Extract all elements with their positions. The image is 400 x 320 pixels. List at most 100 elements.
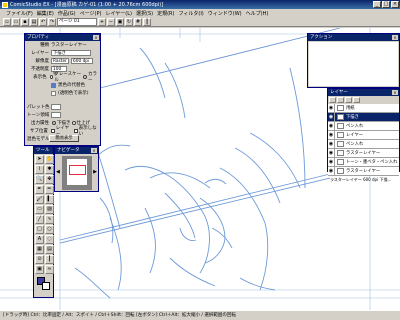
menu-page[interactable]: ページ(P) xyxy=(80,10,102,17)
action-title-bar[interactable]: アクション × xyxy=(308,34,399,41)
magic-wand-icon[interactable]: ✱ xyxy=(45,165,54,174)
menu-filter[interactable]: フィルタ(I) xyxy=(178,10,203,17)
layer-row[interactable]: ◉ レイヤー xyxy=(328,130,399,140)
transparent-swatch[interactable] xyxy=(51,90,56,96)
layer-row[interactable]: ◉ ラスターレイヤー xyxy=(328,148,399,158)
eye-icon[interactable]: ◉ xyxy=(328,166,335,176)
color-radio[interactable] xyxy=(83,75,87,79)
menu-layer[interactable]: レイヤー(L) xyxy=(105,10,132,17)
brush-icon[interactable]: 🖌 xyxy=(35,195,44,204)
ruler-toggle-icon[interactable]: ┃ xyxy=(143,17,151,26)
eraser-icon[interactable]: ▭ xyxy=(35,205,44,214)
text-icon[interactable]: A xyxy=(35,235,44,244)
tone-label: トーン領域 xyxy=(27,113,50,118)
zoom-icon[interactable]: 🔍 xyxy=(35,175,44,184)
rotate-icon[interactable]: ↻ xyxy=(125,17,133,26)
open-icon[interactable]: ▭ xyxy=(12,17,20,26)
background-color-swatch[interactable] xyxy=(42,282,50,290)
fit-icon[interactable]: ▣ xyxy=(116,17,124,26)
resolution-dpi-field[interactable]: 600 dpi xyxy=(71,58,93,64)
lasso-icon[interactable]: ⌇ xyxy=(35,165,44,174)
eye-icon[interactable]: ◉ xyxy=(328,148,335,158)
tools-title-bar[interactable]: ツール xyxy=(34,147,53,154)
minimize-button[interactable]: _ xyxy=(373,1,381,8)
layer-row[interactable]: ◉ ペン入れ xyxy=(328,121,399,131)
delete-layer-icon[interactable] xyxy=(345,97,352,103)
pencil-icon[interactable]: ✏ xyxy=(45,185,54,194)
fill-icon[interactable]: ▨ xyxy=(45,205,54,214)
ruler-icon[interactable]: ┃ xyxy=(45,255,54,264)
menu-help[interactable]: ヘルプ(H) xyxy=(246,10,269,17)
layer-row[interactable]: ◉ トーン・墨ベタ・ペン入れ xyxy=(328,157,399,167)
line-icon[interactable]: ╱ xyxy=(35,215,44,224)
navigator-close-icon[interactable]: × xyxy=(91,148,97,153)
menu-window[interactable]: ウィンドウ(W) xyxy=(208,10,242,17)
eye-icon[interactable]: ◉ xyxy=(328,121,335,131)
arrow-icon[interactable]: ➤ xyxy=(35,155,44,164)
tools-title: ツール xyxy=(36,148,50,153)
curve-icon[interactable]: ∿ xyxy=(45,215,54,224)
menu-select[interactable]: 選択(S) xyxy=(136,10,153,17)
sub-hide-checkbox[interactable] xyxy=(73,129,78,133)
page-select[interactable]: ページ 01 xyxy=(57,17,97,26)
nav-right-arrow-icon[interactable]: ▶ xyxy=(93,169,97,175)
properties-title-bar[interactable]: プロパティ × xyxy=(25,34,100,41)
eye-icon[interactable]: ◉ xyxy=(328,130,335,140)
navigator-title-bar[interactable]: ナビゲータ × xyxy=(55,147,98,154)
pen-icon[interactable]: ✒ xyxy=(35,185,44,194)
eye-icon[interactable]: ◉ xyxy=(328,103,335,113)
properties-close-icon[interactable]: × xyxy=(93,35,99,40)
detail-button[interactable]: 簡易表示 xyxy=(49,135,79,142)
layer-settings-icon[interactable] xyxy=(353,97,360,103)
ellipse-icon[interactable]: ○ xyxy=(45,225,54,234)
rect-icon[interactable]: □ xyxy=(35,225,44,234)
new-folder-icon[interactable] xyxy=(337,97,344,103)
move-icon[interactable]: ✥ xyxy=(45,175,54,184)
layers-close-icon[interactable]: × xyxy=(392,90,398,95)
eye-icon[interactable]: ◉ xyxy=(328,157,335,167)
tone-field[interactable] xyxy=(51,112,61,118)
redo-icon[interactable]: ↷ xyxy=(48,17,56,26)
marker-icon[interactable]: ▍ xyxy=(45,195,54,204)
layer-row[interactable]: ◉ ラスターレイヤー xyxy=(328,166,399,176)
gradient-icon[interactable]: ▤ xyxy=(45,245,54,254)
layer-row[interactable]: ◉ 下描き xyxy=(328,112,399,122)
menu-story[interactable]: 作品(G) xyxy=(58,10,76,17)
save-icon[interactable]: ▪ xyxy=(21,17,29,26)
navigator-view-rect[interactable] xyxy=(69,165,86,175)
palette-field[interactable] xyxy=(51,104,61,110)
resolution-type-field[interactable]: Raster xyxy=(51,58,69,64)
tone-icon[interactable]: ▦ xyxy=(35,245,44,254)
maximize-button[interactable]: □ xyxy=(382,1,390,8)
menu-edit[interactable]: 編集(E) xyxy=(37,10,54,17)
layers-title-bar[interactable]: レイヤー × xyxy=(328,89,399,96)
action-close-icon[interactable]: × xyxy=(392,35,398,40)
close-button[interactable]: × xyxy=(391,1,399,8)
new-layer-icon[interactable] xyxy=(329,97,336,103)
blur-icon[interactable]: ≈ xyxy=(45,265,54,274)
zoom-in-icon[interactable]: + xyxy=(98,17,106,26)
grid-icon[interactable]: # xyxy=(134,17,142,26)
sub-show-checkbox[interactable] xyxy=(50,129,55,133)
layer-row[interactable]: ◉ ペン入れ xyxy=(328,139,399,149)
gray-radio[interactable] xyxy=(49,75,54,79)
new-icon[interactable]: ▫ xyxy=(3,17,11,26)
layer-name-field[interactable]: 下描き xyxy=(51,50,91,56)
navigator-preview[interactable] xyxy=(62,156,92,190)
undo-icon[interactable]: ↶ xyxy=(39,17,47,26)
sub-label: サブ位置 xyxy=(29,129,48,134)
menu-file[interactable]: ファイル(F) xyxy=(6,10,33,17)
layer-row[interactable]: ◉ 用紙 xyxy=(328,103,399,113)
hand-icon[interactable]: ✋ xyxy=(45,155,54,164)
menu-ruler[interactable]: 定規(R) xyxy=(157,10,174,17)
balloon-icon[interactable]: ◌ xyxy=(45,235,54,244)
action-list[interactable] xyxy=(309,42,398,86)
frame-icon[interactable]: ▣ xyxy=(35,265,44,274)
print-icon[interactable]: ▤ xyxy=(30,17,38,26)
nav-left-arrow-icon[interactable]: ◀ xyxy=(56,169,60,175)
zoom-out-icon[interactable]: − xyxy=(107,17,115,26)
color-swatch[interactable] xyxy=(51,82,56,88)
eye-icon[interactable]: ◉ xyxy=(328,112,335,122)
eye-icon[interactable]: ◉ xyxy=(328,139,335,149)
eyedropper-icon[interactable]: ⊙ xyxy=(35,255,44,264)
